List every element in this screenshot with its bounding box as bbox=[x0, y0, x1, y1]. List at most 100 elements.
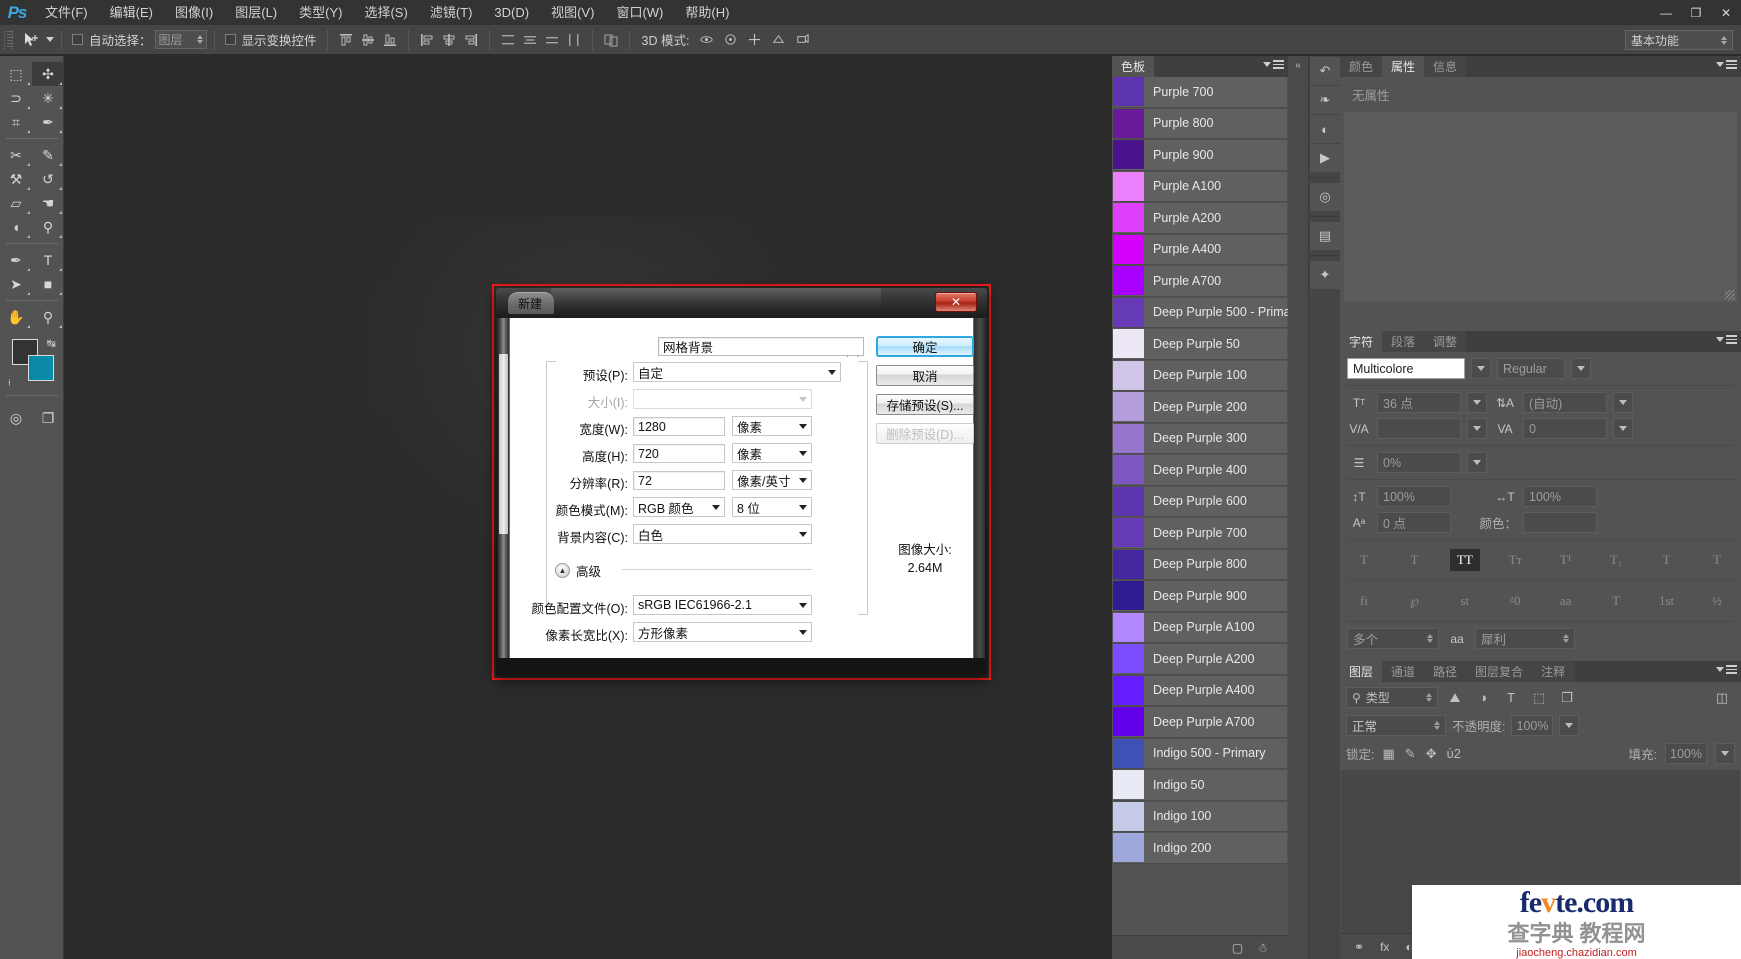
crop-tool-icon[interactable]: ⌗ bbox=[0, 110, 32, 134]
swatch-row[interactable]: Purple A400 bbox=[1113, 234, 1287, 265]
swatch-row[interactable]: Deep Purple 200 bbox=[1113, 392, 1287, 423]
path-selection-tool-icon[interactable]: ➤ bbox=[0, 272, 32, 296]
swatch-row[interactable]: Deep Purple A400 bbox=[1113, 675, 1287, 706]
blend-mode-select[interactable]: 正常 bbox=[1346, 715, 1446, 736]
tracking-input[interactable]: 0 bbox=[1523, 418, 1607, 439]
text-color-swatch[interactable] bbox=[1523, 512, 1597, 533]
opentype-oldstyle-button[interactable]: aa bbox=[1551, 590, 1581, 612]
horizontal-scale-input[interactable]: 100% bbox=[1523, 486, 1597, 507]
eraser-tool-icon[interactable]: ▱ bbox=[0, 191, 32, 215]
opentype-ordinals-button[interactable]: 1st bbox=[1652, 590, 1682, 612]
scale-input[interactable]: 0% bbox=[1377, 452, 1461, 473]
auto-align-layers-icon[interactable] bbox=[600, 29, 622, 51]
menu-item-7[interactable]: 3D(D) bbox=[483, 0, 540, 25]
font-style-chevron-icon[interactable] bbox=[1571, 358, 1591, 379]
swatch-row[interactable]: Indigo 500 - Primary bbox=[1113, 738, 1287, 769]
tab-layers-4[interactable]: 注释 bbox=[1532, 661, 1575, 682]
swatch-row[interactable]: Deep Purple 600 bbox=[1113, 486, 1287, 517]
layer-filter-select[interactable]: ⚲ 类型 bbox=[1346, 687, 1438, 708]
baseline-shift-input[interactable]: 0 点 bbox=[1377, 512, 1451, 533]
move-tool-icon[interactable] bbox=[16, 29, 46, 51]
mode-3d-pan-icon[interactable] bbox=[742, 29, 766, 51]
delete-swatch-icon[interactable]: ☃ bbox=[1257, 941, 1268, 955]
color-mode-select[interactable]: RGB 颜色 bbox=[633, 497, 725, 517]
mode-3d-slide-icon[interactable] bbox=[766, 29, 790, 51]
tab-character-2[interactable]: 调整 bbox=[1424, 331, 1467, 352]
gradient-tool-icon[interactable]: ☚ bbox=[32, 191, 64, 215]
swatch-chip[interactable] bbox=[1113, 612, 1144, 642]
dialog-right-scroll-strip[interactable] bbox=[974, 318, 985, 658]
history-icon[interactable]: ↶ bbox=[1310, 57, 1340, 85]
adjustments-icon[interactable]: ◐ bbox=[1310, 115, 1340, 143]
filter-adjustment-icon[interactable]: ◑ bbox=[1470, 687, 1496, 708]
align-vertical-centers-icon[interactable] bbox=[357, 29, 379, 51]
filter-shape-icon[interactable]: ⬚ bbox=[1526, 687, 1552, 708]
bg-contents-select[interactable]: 白色 bbox=[633, 524, 812, 544]
style-small-caps-button[interactable]: Tт bbox=[1500, 549, 1530, 571]
swatch-row[interactable]: Deep Purple 100 bbox=[1113, 360, 1287, 391]
background-color-swatch[interactable] bbox=[28, 355, 54, 381]
mode-3d-scale-icon[interactable] bbox=[790, 29, 814, 51]
auto-select-target-select[interactable]: 图层 bbox=[154, 30, 207, 49]
new-document-dialog[interactable]: 新建 ✕ 名称(N): 网格背景 预设(P): 自定 bbox=[496, 288, 987, 676]
filter-type-icon[interactable]: T bbox=[1498, 687, 1524, 708]
tab-character-1[interactable]: 段落 bbox=[1382, 331, 1425, 352]
options-bar-grip[interactable] bbox=[4, 30, 13, 49]
opentype-titling-alternates-button[interactable]: T bbox=[1601, 590, 1631, 612]
distribute-top-icon[interactable] bbox=[497, 29, 519, 51]
tab-character-0[interactable]: 字符 bbox=[1340, 331, 1383, 352]
show-transform-checkbox-group[interactable]: 显示变换控件 bbox=[222, 30, 320, 49]
scroll-thumb[interactable] bbox=[499, 354, 508, 534]
tab-layers-2[interactable]: 路径 bbox=[1424, 661, 1467, 682]
swatch-row[interactable]: Indigo 100 bbox=[1113, 801, 1287, 832]
opentype-fractions-button[interactable]: ½ bbox=[1702, 590, 1732, 612]
swatches-panel-menu[interactable] bbox=[1263, 60, 1284, 69]
swatch-chip[interactable] bbox=[1113, 392, 1144, 422]
dock-collapse-strip[interactable]: « bbox=[1288, 56, 1308, 959]
move-tool-icon[interactable]: ✣ bbox=[32, 62, 64, 86]
swatch-row[interactable]: Deep Purple A700 bbox=[1113, 707, 1287, 738]
swatch-row[interactable]: Purple A700 bbox=[1113, 266, 1287, 297]
canvas-area[interactable]: 新建 ✕ 名称(N): 网格背景 预设(P): 自定 bbox=[64, 56, 1112, 959]
resolution-input[interactable]: 72 bbox=[633, 471, 725, 490]
swatch-row[interactable]: Purple 900 bbox=[1113, 140, 1287, 171]
swatch-chip[interactable] bbox=[1113, 581, 1144, 611]
opentype-contextual-alternates-button[interactable]: ℘ bbox=[1399, 590, 1429, 612]
mode-3d-orbit-icon[interactable] bbox=[694, 29, 718, 51]
font-family-chevron-icon[interactable] bbox=[1471, 358, 1491, 379]
align-horizontal-centers-icon[interactable] bbox=[438, 29, 460, 51]
tab-properties-0[interactable]: 颜色 bbox=[1340, 56, 1383, 77]
swatch-chip[interactable] bbox=[1113, 644, 1144, 674]
swatch-chip[interactable] bbox=[1113, 203, 1144, 233]
dodge-tool-icon[interactable]: ⚲ bbox=[32, 215, 64, 239]
close-button[interactable]: ✕ bbox=[1711, 0, 1741, 25]
leading-chevron-icon[interactable] bbox=[1613, 392, 1633, 413]
brush-tool-icon[interactable]: ✎ bbox=[32, 143, 64, 167]
kerning-chevron-icon[interactable] bbox=[1467, 418, 1487, 439]
menu-item-10[interactable]: 帮助(H) bbox=[674, 0, 740, 25]
swatch-row[interactable]: Deep Purple 800 bbox=[1113, 549, 1287, 580]
lasso-tool-icon[interactable]: ⊃ bbox=[0, 86, 32, 110]
zoom-tool-icon[interactable]: ⚲ bbox=[32, 305, 64, 329]
menu-item-3[interactable]: 图层(L) bbox=[224, 0, 288, 25]
leading-input[interactable]: (自动) bbox=[1523, 392, 1607, 413]
minimize-button[interactable]: — bbox=[1651, 0, 1681, 25]
menu-item-0[interactable]: 文件(F) bbox=[34, 0, 99, 25]
kerning-input[interactable] bbox=[1377, 418, 1461, 439]
menu-item-8[interactable]: 视图(V) bbox=[540, 0, 605, 25]
font-style-input[interactable]: Regular bbox=[1497, 358, 1565, 379]
color-profile-select[interactable]: sRGB IEC61966-2.1 bbox=[633, 595, 812, 615]
swatch-chip[interactable] bbox=[1113, 833, 1144, 863]
tab-layers-1[interactable]: 通道 bbox=[1382, 661, 1425, 682]
swatch-chip[interactable] bbox=[1113, 108, 1144, 138]
language-select[interactable]: 多个 bbox=[1347, 628, 1439, 649]
opentype-standard-ligatures-button[interactable]: fi bbox=[1349, 590, 1379, 612]
swatch-chip[interactable] bbox=[1113, 234, 1144, 264]
style-italic-button[interactable]: T bbox=[1399, 549, 1429, 571]
swatch-row[interactable]: Deep Purple A100 bbox=[1113, 612, 1287, 643]
default-colors-icon[interactable]: ⍿ bbox=[8, 378, 11, 389]
actions-icon[interactable]: ▶ bbox=[1310, 144, 1340, 172]
swatch-chip[interactable] bbox=[1113, 360, 1144, 390]
swatch-chip[interactable] bbox=[1113, 770, 1144, 800]
dialog-close-button[interactable]: ✕ bbox=[935, 292, 977, 312]
